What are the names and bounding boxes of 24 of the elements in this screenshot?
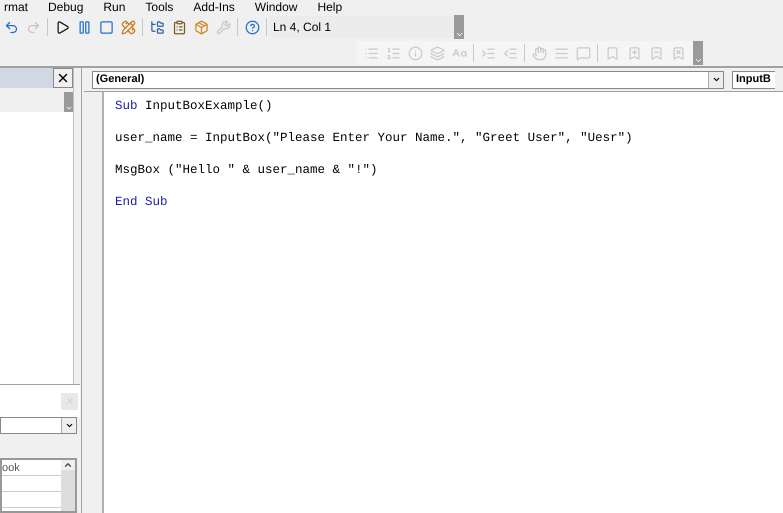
procedure-dropdown[interactable]: InputB [732,70,775,88]
object-dropdown[interactable] [0,417,77,434]
cursor-position-field: Ln 4, Col 1 [270,16,454,38]
menu-item[interactable]: rmat [0,1,28,13]
menu-item[interactable]: Debug [44,1,84,13]
code-line: user_name = InputBox("Please Enter Your Name.", "Greet User", "Uesr") [115,130,633,146]
menu-item[interactable]: Run [99,1,126,13]
toolbar-options-handle[interactable] [454,15,464,39]
close-icon [64,396,74,406]
code-editor[interactable]: Sub InputBoxExample() user_name = InputBox("Please Enter Your Name.", "Greet User", "Uesr") MsgBox ("Hello " & user_name & "!") End Sub [104,92,783,513]
object-dropdown[interactable]: (General) [92,70,724,88]
toolbar-options-handle[interactable] [693,41,703,65]
scroll-up-icon [63,460,73,470]
code-line: Sub InputBoxExample() [115,98,273,114]
menu-item[interactable]: Tools [141,1,174,13]
menu-item[interactable]: Add-Ins [189,1,235,13]
toolbar-options-handle[interactable] [64,92,73,112]
scrollbar[interactable] [61,460,75,511]
code-line: End Sub [115,194,168,210]
code-line: MsgBox ("Hello " & user_name & "!") [115,162,378,178]
menu-item[interactable]: Window [250,1,298,13]
menu-item[interactable]: Help [313,1,342,13]
close-button[interactable] [53,68,73,88]
close-icon [56,71,70,85]
